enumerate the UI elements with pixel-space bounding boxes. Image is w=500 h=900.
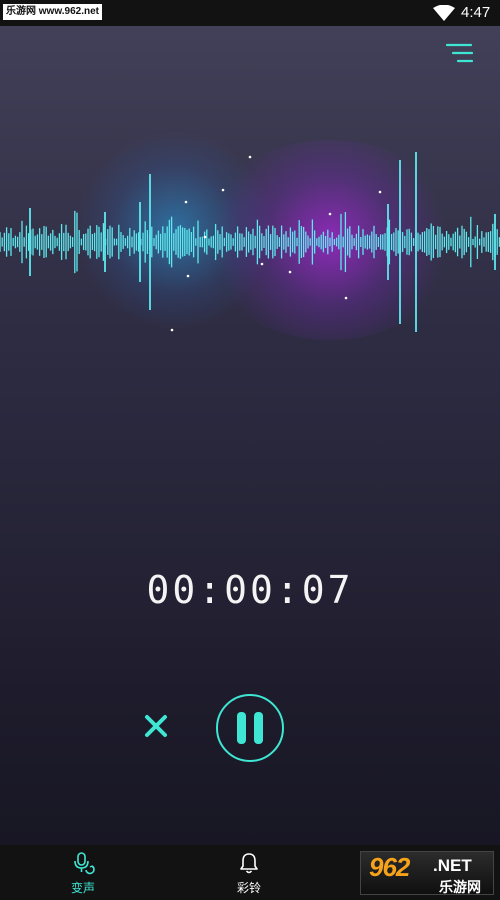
status-time: 4:47 <box>461 4 491 21</box>
pause-recording-button[interactable] <box>216 694 284 762</box>
logo-site-name: 乐游网 <box>439 879 481 895</box>
logo-number: 962 <box>369 852 410 882</box>
pause-icon <box>237 712 246 744</box>
nav-label-ringtone: 彩铃 <box>236 881 261 895</box>
sparkle-dot <box>203 235 207 239</box>
menu-lines-icon[interactable] <box>445 42 475 66</box>
sparkle-dot <box>248 155 252 159</box>
sparkle-dot <box>221 188 225 192</box>
sparkle-dot <box>170 328 174 332</box>
audio-waveform <box>0 152 500 332</box>
status-bar: 乐游网 www.962.net 4:47 <box>0 0 500 26</box>
sparkle-dot <box>184 200 188 204</box>
recording-timer: 00:00:07 <box>146 568 354 612</box>
site-watermark: 乐游网 www.962.net <box>3 4 102 20</box>
logo-suffix: .NET <box>433 856 472 875</box>
bell-icon <box>240 853 258 874</box>
close-x-icon <box>145 715 167 737</box>
nav-tab-ringtone[interactable]: 彩铃 <box>214 851 284 896</box>
sparkle-dot <box>260 262 264 266</box>
wifi-icon <box>433 5 455 21</box>
cancel-recording-button[interactable] <box>137 707 175 745</box>
sparkle-dot <box>328 212 332 216</box>
nav-tab-voice-change[interactable]: 变声 <box>48 851 118 896</box>
sparkle-dot <box>378 190 382 194</box>
sparkle-dot <box>186 274 190 278</box>
site-logo-watermark: 962 .NET 乐游网 <box>360 851 494 895</box>
pause-icon-bar <box>254 712 263 744</box>
sparkle-dot <box>288 270 292 274</box>
sparkle-dot <box>344 296 348 300</box>
nav-label-voice-change: 变声 <box>70 881 95 895</box>
microphone-swap-icon <box>74 852 95 875</box>
